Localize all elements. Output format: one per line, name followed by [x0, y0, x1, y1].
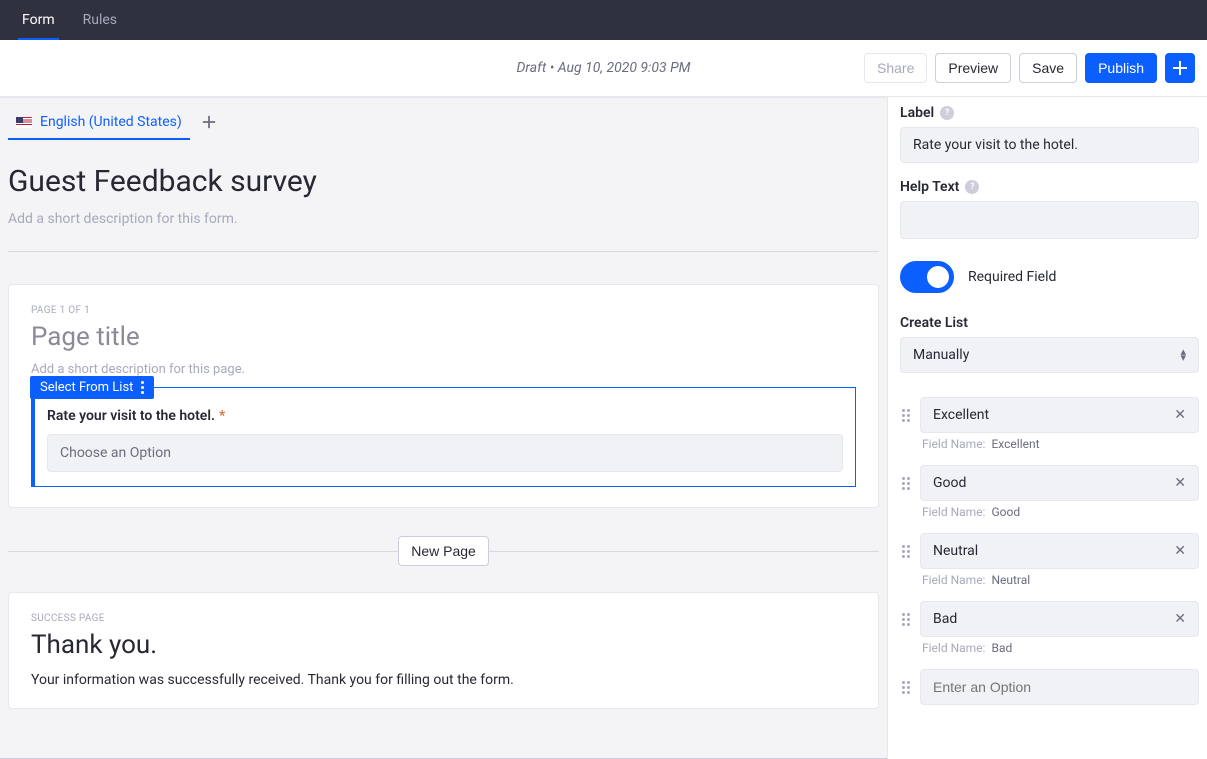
- language-label: English (United States): [40, 114, 182, 130]
- option-row: Neutral ✕: [900, 533, 1199, 569]
- option-fieldname: Field Name: Good: [922, 505, 1199, 519]
- selected-field[interactable]: Rate your visit to the hotel.* Choose an…: [31, 387, 856, 487]
- top-nav: Form Rules: [0, 0, 1207, 40]
- preview-button[interactable]: Preview: [935, 53, 1011, 83]
- create-list-select[interactable]: Manually ▴▾: [900, 337, 1199, 373]
- drag-handle-icon[interactable]: [900, 409, 912, 422]
- success-title[interactable]: Thank you.: [31, 630, 856, 660]
- tab-form[interactable]: Form: [8, 0, 69, 40]
- help-text-input[interactable]: [900, 201, 1199, 239]
- option-row: Bad ✕: [900, 601, 1199, 637]
- help-text-header: Help Text ?: [900, 179, 1199, 195]
- publish-button[interactable]: Publish: [1085, 53, 1157, 83]
- required-indicator: *: [219, 408, 225, 424]
- save-button[interactable]: Save: [1019, 53, 1077, 83]
- success-page-card: SUCCESS PAGE Thank you. Your information…: [8, 592, 879, 709]
- help-icon[interactable]: ?: [965, 180, 979, 194]
- option-input[interactable]: Good ✕: [920, 465, 1199, 501]
- create-list-value: Manually: [913, 347, 969, 363]
- share-button: Share: [864, 53, 927, 83]
- add-button[interactable]: [1165, 53, 1195, 83]
- action-bar: Draft • Aug 10, 2020 9:03 PM Share Previ…: [0, 40, 1207, 97]
- drag-handle-icon[interactable]: [900, 545, 912, 558]
- create-list-header: Create List: [900, 315, 1199, 331]
- remove-option-button[interactable]: ✕: [1174, 543, 1186, 559]
- tab-rules[interactable]: Rules: [69, 0, 131, 40]
- option-input[interactable]: Excellent ✕: [920, 397, 1199, 433]
- us-flag-icon: [16, 117, 32, 128]
- new-page-button[interactable]: New Page: [398, 536, 489, 566]
- option-row: Excellent ✕: [900, 397, 1199, 433]
- label-header: Label ?: [900, 105, 1199, 121]
- help-icon[interactable]: ?: [940, 106, 954, 120]
- drag-handle-icon[interactable]: [900, 477, 912, 490]
- success-body[interactable]: Your information was successfully receiv…: [31, 672, 856, 688]
- field-label: Rate your visit to the hotel.*: [47, 408, 843, 424]
- option-row-new: [900, 669, 1199, 705]
- divider: [8, 251, 879, 252]
- caret-sort-icon: ▴▾: [1180, 349, 1186, 361]
- page-title[interactable]: Page title: [31, 322, 856, 352]
- option-input[interactable]: Neutral ✕: [920, 533, 1199, 569]
- success-page-label: SUCCESS PAGE: [31, 613, 856, 624]
- drag-handle-icon[interactable]: [900, 613, 912, 626]
- option-input[interactable]: Bad ✕: [920, 601, 1199, 637]
- kebab-icon[interactable]: [141, 381, 144, 394]
- option-row: Good ✕: [900, 465, 1199, 501]
- drag-handle-icon[interactable]: [900, 681, 912, 694]
- form-title[interactable]: Guest Feedback survey: [8, 164, 879, 199]
- page-card: PAGE 1 OF 1 Page title Add a short descr…: [8, 284, 879, 508]
- required-toggle[interactable]: [900, 261, 954, 293]
- remove-option-button[interactable]: ✕: [1174, 407, 1186, 423]
- field-type-badge[interactable]: Select From List: [30, 376, 154, 399]
- remove-option-button[interactable]: ✕: [1174, 475, 1186, 491]
- form-canvas: English (United States) Guest Feedback s…: [0, 97, 887, 759]
- page-counter: PAGE 1 OF 1: [31, 305, 856, 316]
- page-description[interactable]: Add a short description for this page.: [31, 362, 856, 377]
- properties-sidebar: Label ? Help Text ? Required Field Creat…: [887, 97, 1207, 759]
- plus-icon: [1172, 60, 1188, 76]
- plus-icon: [202, 115, 216, 129]
- field-dropdown[interactable]: Choose an Option: [47, 434, 843, 472]
- new-option-input[interactable]: [920, 669, 1199, 705]
- field-type-label: Select From List: [40, 380, 133, 395]
- add-language-button[interactable]: [198, 111, 220, 137]
- option-fieldname: Field Name: Bad: [922, 641, 1199, 655]
- label-input[interactable]: [900, 127, 1199, 163]
- language-tab[interactable]: English (United States): [8, 108, 190, 140]
- option-fieldname: Field Name: Excellent: [922, 437, 1199, 451]
- form-description[interactable]: Add a short description for this form.: [8, 211, 879, 251]
- option-fieldname: Field Name: Neutral: [922, 573, 1199, 587]
- required-label: Required Field: [968, 269, 1056, 285]
- draft-status: Draft • Aug 10, 2020 9:03 PM: [516, 60, 690, 76]
- remove-option-button[interactable]: ✕: [1174, 611, 1186, 627]
